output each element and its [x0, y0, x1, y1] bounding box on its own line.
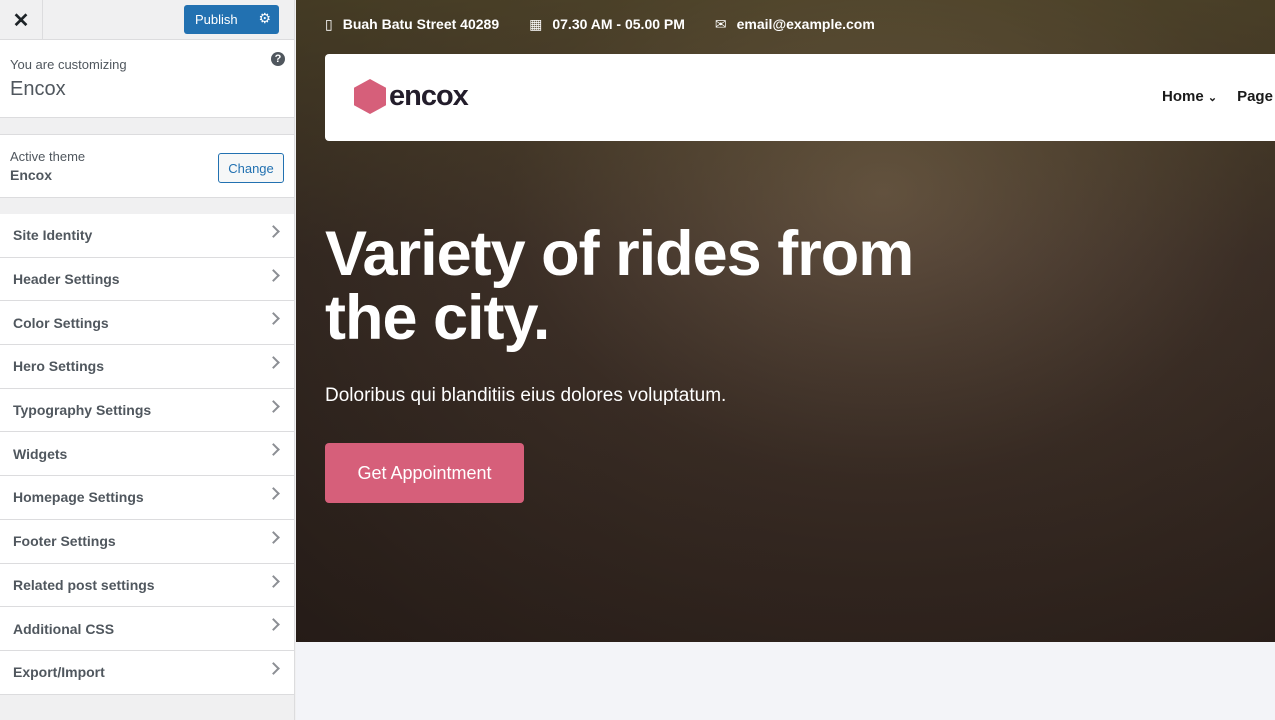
menu-label: Site Identity: [13, 227, 93, 244]
nav-menu: Home ⌄ Page: [1162, 88, 1273, 105]
close-button[interactable]: ✕: [0, 0, 43, 40]
chevron-right-icon: [267, 443, 280, 457]
chevron-right-icon: [267, 312, 280, 326]
get-appointment-button[interactable]: Get Appointment: [325, 443, 524, 503]
customizing-info: You are customizing Encox ?: [0, 40, 294, 118]
customizer-header: ✕ Publish ⚙: [0, 0, 294, 40]
nav-page[interactable]: Page: [1237, 88, 1273, 105]
publish-label: Publish: [195, 12, 238, 27]
chevron-down-icon: ⌄: [1207, 92, 1218, 104]
chevron-right-icon: [267, 574, 280, 588]
menu-label: Widgets: [13, 445, 68, 462]
site-preview: ▯ Buah Batu Street 40289 ▦ 07.30 AM - 05.0…: [296, 0, 1275, 720]
site-navbar: encox Home ⌄ Page: [325, 54, 1275, 141]
building-icon: ▯: [325, 16, 333, 32]
menu-item-hero-settings[interactable]: Hero Settings: [0, 345, 294, 389]
envelope-icon: ✉: [714, 16, 727, 32]
hero-subtitle: Doloribus qui blanditiis eius dolores vo…: [325, 385, 727, 406]
menu-label: Export/Import: [13, 664, 105, 681]
chevron-right-icon: [267, 268, 280, 282]
chevron-right-icon: [267, 399, 280, 413]
active-theme-section: Active theme Encox Change: [0, 134, 294, 198]
menu-label: Related post settings: [13, 576, 155, 593]
publish-button[interactable]: Publish ⚙: [184, 5, 279, 34]
hours-info: ▦ 07.30 AM - 05.00 PM: [529, 16, 685, 33]
chevron-right-icon: [267, 530, 280, 544]
hero-section: ▯ Buah Batu Street 40289 ▦ 07.30 AM - 05.0…: [296, 0, 1275, 642]
logo-mark-icon: [354, 79, 386, 114]
menu-item-export-import[interactable]: Export/Import: [0, 650, 294, 695]
menu-label: Hero Settings: [13, 358, 105, 375]
menu-item-typography-settings[interactable]: Typography Settings: [0, 388, 294, 433]
customizing-label: You are customizing: [10, 57, 127, 72]
menu-item-header-settings[interactable]: Header Settings: [0, 257, 294, 302]
menu-label: Footer Settings: [13, 533, 116, 550]
menu-label: Color Settings: [13, 314, 109, 331]
email-info[interactable]: ✉ email@example.com: [715, 16, 875, 33]
email-text[interactable]: email@example.com: [737, 16, 875, 32]
menu-item-related-post-settings[interactable]: Related post settings: [0, 563, 294, 608]
menu-label: Typography Settings: [13, 402, 152, 419]
menu-item-color-settings[interactable]: Color Settings: [0, 301, 294, 346]
menu-item-additional-css[interactable]: Additional CSS: [0, 607, 294, 651]
customizer-menu: Site Identity Header Settings Color Sett…: [0, 214, 294, 695]
change-theme-button[interactable]: Change: [218, 153, 284, 183]
site-logo[interactable]: encox: [354, 79, 469, 114]
menu-label: Homepage Settings: [13, 489, 144, 506]
hours-text: 07.30 AM - 05.00 PM: [552, 16, 685, 32]
customizer-sidebar: ✕ Publish ⚙ You are customizing Encox ? A…: [0, 0, 295, 720]
chevron-right-icon: [267, 618, 280, 632]
menu-item-homepage-settings[interactable]: Homepage Settings: [0, 476, 294, 520]
chevron-right-icon: [267, 662, 280, 675]
address-info: ▯ Buah Batu Street 40289: [325, 16, 499, 33]
chevron-right-icon: [267, 487, 280, 500]
menu-item-site-identity[interactable]: Site Identity: [0, 214, 294, 258]
help-icon[interactable]: ?: [271, 52, 285, 66]
site-name: Encox: [10, 78, 66, 100]
nav-home[interactable]: Home ⌄: [1162, 88, 1217, 105]
logo-text: encox: [389, 80, 469, 112]
address-text: Buah Batu Street 40289: [342, 16, 500, 32]
chevron-right-icon: [267, 225, 280, 238]
nav-home-label: Home: [1162, 88, 1204, 105]
menu-label: Additional CSS: [13, 620, 115, 637]
menu-label: Header Settings: [13, 271, 120, 288]
gear-icon[interactable]: ⚙: [258, 10, 271, 27]
calendar-icon: ▦: [529, 16, 543, 32]
top-info-bar: ▯ Buah Batu Street 40289 ▦ 07.30 AM - 05.0…: [325, 16, 875, 33]
chevron-right-icon: [267, 356, 280, 369]
hero-title: Variety of rides from the city.: [325, 219, 914, 353]
menu-item-footer-settings[interactable]: Footer Settings: [0, 519, 294, 564]
menu-item-widgets[interactable]: Widgets: [0, 432, 294, 477]
